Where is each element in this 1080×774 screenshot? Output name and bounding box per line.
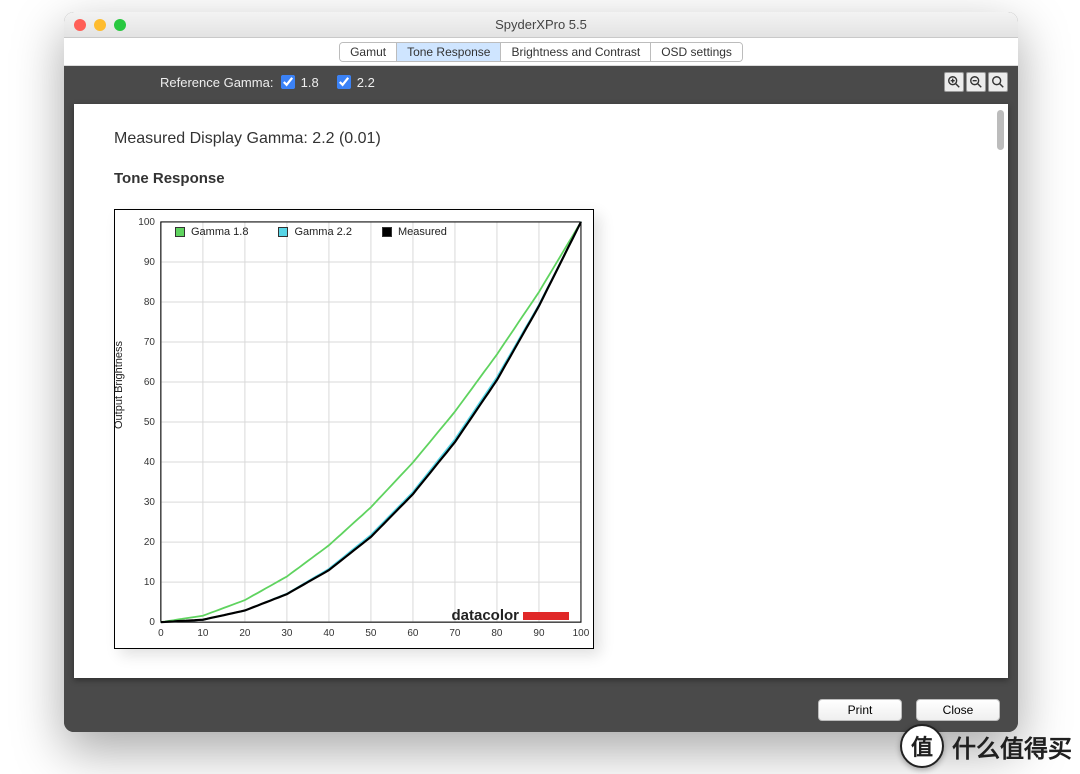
- svg-text:80: 80: [144, 297, 156, 308]
- svg-text:30: 30: [144, 497, 156, 508]
- measured-gamma-text: Measured Display Gamma: 2.2 (0.01): [114, 130, 968, 148]
- tabs-row: Gamut Tone Response Brightness and Contr…: [64, 38, 1018, 66]
- close-icon[interactable]: [74, 19, 86, 31]
- svg-text:0: 0: [149, 617, 155, 628]
- print-button[interactable]: Print: [818, 699, 902, 721]
- scrollbar-thumb[interactable]: [997, 110, 1004, 150]
- tone-response-chart: Output Brightness Gamma 1.8 Gamma 2.2 Me…: [114, 209, 594, 649]
- svg-text:20: 20: [144, 537, 156, 548]
- watermark-badge-icon: 值: [900, 724, 944, 768]
- window-controls: [74, 19, 126, 31]
- svg-text:0: 0: [158, 628, 164, 639]
- titlebar: SpyderXPro 5.5: [64, 12, 1018, 38]
- legend-item-gamma18: Gamma 1.8: [175, 226, 248, 238]
- svg-text:10: 10: [197, 628, 209, 639]
- tab-brightness-contrast[interactable]: Brightness and Contrast: [501, 43, 651, 61]
- svg-text:100: 100: [573, 628, 590, 639]
- svg-text:90: 90: [533, 628, 545, 639]
- zoom-fit-icon[interactable]: [988, 72, 1008, 92]
- minimize-icon[interactable]: [94, 19, 106, 31]
- tab-gamut[interactable]: Gamut: [340, 43, 397, 61]
- svg-text:40: 40: [323, 628, 335, 639]
- svg-text:40: 40: [144, 457, 156, 468]
- svg-text:50: 50: [144, 417, 156, 428]
- svg-text:90: 90: [144, 257, 156, 268]
- tab-tone-response[interactable]: Tone Response: [397, 43, 501, 61]
- maximize-icon[interactable]: [114, 19, 126, 31]
- chart-title: Tone Response: [114, 170, 968, 187]
- gamma-1-8-label: 1.8: [301, 75, 319, 90]
- tab-segmented-control: Gamut Tone Response Brightness and Contr…: [339, 42, 743, 62]
- footer: Print Close: [64, 688, 1018, 732]
- gamma-1-8-input[interactable]: [281, 75, 295, 89]
- svg-text:60: 60: [144, 377, 156, 388]
- chart-legend: Gamma 1.8 Gamma 2.2 Measured: [175, 226, 447, 238]
- svg-text:100: 100: [138, 217, 155, 228]
- gamma-2-2-input[interactable]: [337, 75, 351, 89]
- y-axis-label: Output Brightness: [113, 341, 125, 429]
- svg-text:50: 50: [365, 628, 377, 639]
- close-button[interactable]: Close: [916, 699, 1000, 721]
- legend-item-gamma22: Gamma 2.2: [278, 226, 351, 238]
- legend-item-measured: Measured: [382, 226, 447, 238]
- datacolor-logo: datacolor: [451, 607, 569, 624]
- chart-svg: 0 10 20 30 40 50 60 70 80 90 100 0 10 20 30 40 50 60 70 80 9…: [115, 210, 593, 648]
- svg-text:80: 80: [491, 628, 503, 639]
- gamma-2-2-label: 2.2: [357, 75, 375, 90]
- zoom-tools: [944, 72, 1008, 92]
- gamma-1-8-checkbox[interactable]: 1.8: [281, 75, 319, 90]
- tab-osd-settings[interactable]: OSD settings: [651, 43, 742, 61]
- watermark-text: 什么值得买: [952, 729, 1072, 764]
- zoom-out-icon[interactable]: [966, 72, 986, 92]
- options-bar: Reference Gamma: 1.8 2.2: [64, 66, 1018, 98]
- zoom-in-icon[interactable]: [944, 72, 964, 92]
- reference-gamma-label: Reference Gamma:: [160, 75, 273, 90]
- svg-text:70: 70: [144, 337, 156, 348]
- window-title: SpyderXPro 5.5: [64, 17, 1018, 32]
- svg-text:20: 20: [239, 628, 251, 639]
- svg-text:10: 10: [144, 577, 156, 588]
- svg-text:30: 30: [281, 628, 293, 639]
- svg-text:60: 60: [407, 628, 419, 639]
- app-window: SpyderXPro 5.5 Gamut Tone Response Brigh…: [64, 12, 1018, 732]
- svg-text:70: 70: [449, 628, 461, 639]
- content-wrap: Measured Display Gamma: 2.2 (0.01) Tone …: [64, 98, 1018, 688]
- gamma-2-2-checkbox[interactable]: 2.2: [337, 75, 375, 90]
- content-panel: Measured Display Gamma: 2.2 (0.01) Tone …: [74, 104, 1008, 678]
- datacolor-bar-icon: [523, 612, 569, 620]
- site-watermark: 值 什么值得买: [900, 724, 1072, 768]
